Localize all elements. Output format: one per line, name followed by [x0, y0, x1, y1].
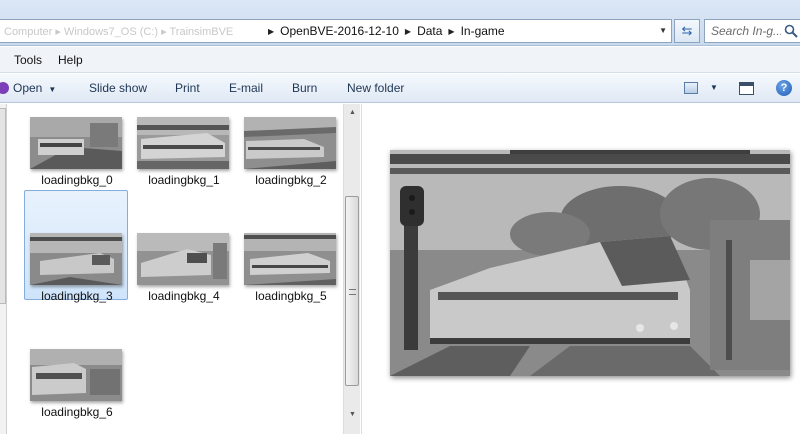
print-button[interactable]: Print [175, 81, 200, 95]
open-label: Open [13, 81, 43, 95]
file-name: loadingbkg_1 [148, 173, 220, 187]
breadcrumb-separator-icon: ▶ [448, 26, 455, 36]
navigation-pane-scrollbar[interactable] [0, 108, 6, 304]
help-icon[interactable]: ? [776, 80, 792, 96]
file-item-loadingbkg-6[interactable]: loadingbkg_6 [24, 306, 128, 419]
menu-bar: Tools Help [0, 47, 800, 73]
menu-tools[interactable]: Tools [0, 53, 50, 67]
preview-pane-icon[interactable] [739, 82, 754, 95]
thumbnail-image [244, 117, 336, 169]
scroll-up-icon[interactable]: ▲ [345, 104, 360, 120]
file-name: loadingbkg_3 [41, 289, 113, 303]
breadcrumb-label: Data [417, 24, 443, 38]
thumbnail-image [137, 233, 229, 285]
preview-image [390, 150, 790, 376]
scrollbar-thumb[interactable] [345, 196, 359, 386]
file-name: loadingbkg_0 [41, 173, 113, 187]
file-name: loadingbkg_2 [255, 173, 327, 187]
search-icon[interactable] [784, 24, 798, 38]
thumbnail-image [137, 117, 229, 169]
file-list-scrollbar[interactable]: ▲ ▼ [343, 104, 360, 434]
thumbnail-image [30, 117, 122, 169]
view-icon[interactable] [684, 82, 698, 94]
navigation-pane-edge[interactable] [0, 104, 7, 434]
search-input[interactable] [705, 24, 781, 38]
view-dropdown-icon[interactable]: ▼ [710, 83, 718, 92]
burn-button[interactable]: Burn [292, 81, 317, 95]
breadcrumb-truncated: Computer ▸ Windows7_OS (C:) ▸ TrainsimBV… [4, 25, 234, 38]
breadcrumb-separator-icon: ▶ [404, 26, 412, 36]
open-button[interactable]: Open ▼ [13, 81, 56, 95]
address-row: Computer ▸ Windows7_OS (C:) ▸ TrainsimBV… [0, 0, 800, 46]
open-dropdown-icon[interactable]: ▼ [48, 85, 56, 94]
thumbnail-image [30, 349, 122, 401]
open-icon [0, 82, 9, 94]
content-area: loadingbkg_0 loadingbkg_1 loadingbkg_2 l… [0, 104, 800, 434]
breadcrumb-label: In-game [460, 24, 505, 38]
refresh-icon: ⇆ [681, 23, 693, 38]
refresh-button[interactable]: ⇆ [674, 19, 700, 43]
scroll-down-icon[interactable]: ▼ [345, 406, 360, 422]
address-bar[interactable]: Computer ▸ Windows7_OS (C:) ▸ TrainsimBV… [0, 19, 672, 43]
menu-help[interactable]: Help [50, 53, 91, 67]
scrollbar-grip [349, 289, 356, 295]
file-item-loadingbkg-4[interactable]: loadingbkg_4 [131, 190, 235, 303]
address-dropdown-icon[interactable]: ▼ [659, 26, 667, 35]
breadcrumb-item-openbve[interactable]: ▶ OpenBVE-2016-12-10 [262, 24, 399, 38]
file-name: loadingbkg_6 [41, 405, 113, 419]
file-list: loadingbkg_0 loadingbkg_1 loadingbkg_2 l… [8, 104, 343, 434]
preview-pane [361, 104, 800, 434]
breadcrumb-separator-icon: ▶ [268, 26, 275, 36]
file-name: loadingbkg_4 [148, 289, 220, 303]
slideshow-button[interactable]: Slide show [89, 81, 147, 95]
thumbnail-image [244, 233, 336, 285]
file-item-loadingbkg-5[interactable]: loadingbkg_5 [238, 190, 342, 303]
file-name: loadingbkg_5 [255, 289, 327, 303]
thumbnail-image [30, 233, 122, 285]
breadcrumb-label: OpenBVE-2016-12-10 [280, 24, 399, 38]
new-folder-button[interactable]: New folder [347, 81, 404, 95]
breadcrumb-item-in-game[interactable]: ▶ In-game [442, 24, 504, 38]
email-button[interactable]: E-mail [229, 81, 263, 95]
file-item-loadingbkg-3[interactable]: loadingbkg_3 [24, 190, 128, 303]
breadcrumb-item-data[interactable]: ▶ Data [399, 24, 443, 38]
search-box[interactable] [704, 19, 800, 43]
command-bar: Open ▼ Slide show Print E-mail Burn New f… [0, 74, 800, 103]
